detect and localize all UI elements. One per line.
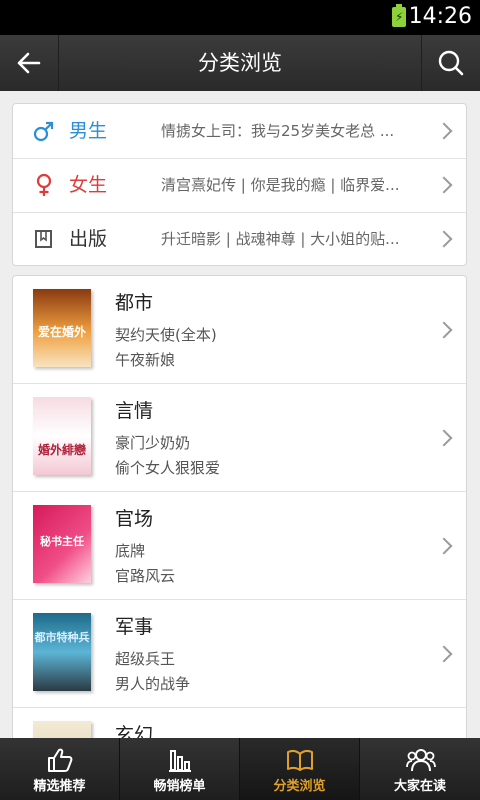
chevron-right-icon	[435, 230, 453, 248]
cover-title: 爱在婚外	[37, 325, 86, 339]
thumbs-up-icon	[48, 748, 73, 772]
status-bar: ⚡ 14:26	[0, 0, 480, 35]
title-bar: 分类浏览	[0, 35, 480, 91]
category-row-female[interactable]: 女生 清宫熹妃传 | 你是我的瘾 | 临界爱...	[13, 158, 466, 213]
category-name: 男生	[69, 120, 108, 142]
genre-row-urban[interactable]: 爱在婚外 都市 契约天使(全本) 午夜新娘	[13, 276, 466, 384]
chevron-right-icon	[435, 537, 453, 555]
nav-everyone-reading[interactable]: 大家在读	[360, 738, 480, 800]
battery-icon: ⚡	[392, 4, 406, 27]
chevron-right-icon	[435, 321, 453, 339]
book-cover: 秘书主任	[33, 505, 91, 583]
clock: 14:26	[408, 4, 472, 29]
category-row-male[interactable]: 男生 情掳女上司：我与25岁美女老总 ...	[13, 104, 466, 159]
genre-name: 军事	[115, 616, 154, 638]
cover-title: 婚外緋戀	[37, 443, 86, 457]
category-books: 清宫熹妃传 | 你是我的瘾 | 临界爱...	[161, 176, 400, 194]
cover-title: 秘书主任	[40, 535, 84, 548]
book-title: 豪门少奶奶	[115, 434, 191, 452]
bar-chart-icon	[169, 750, 191, 772]
genre-list: 爱在婚外 都市 契约天使(全本) 午夜新娘 婚外緋戀 言情 豪门少奶奶 偷个女人…	[12, 275, 467, 745]
genre-name: 官场	[115, 508, 154, 530]
nav-category-browse[interactable]: 分类浏览	[240, 738, 360, 800]
bottom-nav: 精选推荐 畅销榜单 分类浏览 大家在读	[0, 738, 480, 800]
cover-title: 都市特种兵	[34, 631, 90, 644]
nav-label: 分类浏览	[273, 779, 326, 794]
page-title: 分类浏览	[198, 51, 282, 75]
genre-row-military[interactable]: 都市特种兵 军事 超级兵王 男人的战争	[13, 600, 466, 708]
category-card: 男生 情掳女上司：我与25岁美女老总 ... 女生 清宫熹妃传 | 你是我的瘾 …	[12, 103, 467, 266]
female-icon	[33, 173, 55, 197]
open-book-icon	[287, 749, 313, 771]
book-cover: 婚外緋戀	[33, 397, 91, 475]
search-icon	[438, 50, 464, 76]
nav-label: 畅销榜单	[153, 779, 206, 794]
book-title: 午夜新娘	[115, 351, 176, 369]
book-title: 男人的战争	[115, 675, 191, 693]
book-cover: 都市特种兵	[33, 613, 91, 691]
nav-label: 精选推荐	[33, 779, 86, 794]
category-name: 出版	[69, 228, 108, 250]
genre-name: 言情	[115, 400, 154, 422]
book-title: 偷个女人狠狠爱	[115, 459, 221, 477]
male-icon	[33, 119, 55, 143]
nav-featured[interactable]: 精选推荐	[0, 738, 120, 800]
book-cover: 爱在婚外	[33, 289, 91, 367]
genre-row-officialdom[interactable]: 秘书主任 官场 底牌 官路风云	[13, 492, 466, 600]
category-name: 女生	[69, 174, 108, 196]
search-button[interactable]	[421, 35, 480, 91]
category-books: 升迁暗影 | 战魂神尊 | 大小姐的贴...	[161, 230, 400, 248]
nav-label: 大家在读	[393, 779, 446, 794]
genre-row-romance[interactable]: 婚外緋戀 言情 豪门少奶奶 偷个女人狠狠爱	[13, 384, 466, 492]
chevron-right-icon	[435, 645, 453, 663]
chevron-right-icon	[435, 176, 453, 194]
nav-bestsellers[interactable]: 畅销榜单	[120, 738, 240, 800]
chevron-right-icon	[435, 122, 453, 140]
book-title: 底牌	[115, 542, 146, 560]
book-icon	[33, 227, 55, 251]
people-icon	[406, 749, 436, 772]
chevron-right-icon	[435, 429, 453, 447]
book-title: 官路风云	[115, 567, 176, 585]
genre-name: 都市	[115, 292, 154, 314]
book-title: 契约天使(全本)	[115, 326, 217, 344]
book-title: 超级兵王	[115, 650, 176, 668]
category-books: 情掳女上司：我与25岁美女老总 ...	[161, 122, 395, 140]
category-row-publish[interactable]: 出版 升迁暗影 | 战魂神尊 | 大小姐的贴...	[13, 212, 466, 265]
